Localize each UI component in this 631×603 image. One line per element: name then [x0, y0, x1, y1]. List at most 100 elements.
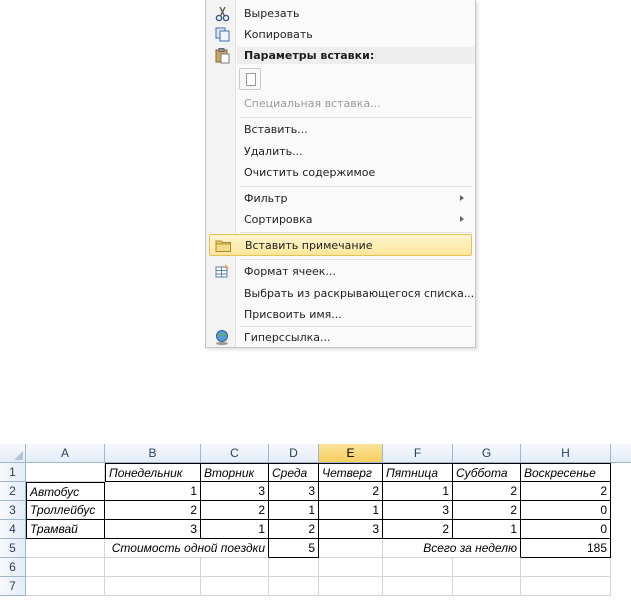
- cell-c6[interactable]: [201, 558, 269, 577]
- week-total-label-cell[interactable]: Всего за неделю: [383, 539, 521, 558]
- cell-c7[interactable]: [201, 577, 269, 596]
- menu-item-format-cells[interactable]: Формат ячеек...: [209, 261, 472, 282]
- menu-item-label: Удалить...: [244, 145, 303, 158]
- menu-item-delete[interactable]: Удалить...: [209, 141, 472, 162]
- menu-item-cut[interactable]: Вырезать: [209, 3, 472, 24]
- menu-item-pick-from-list[interactable]: Выбрать из раскрывающегося списка...: [209, 283, 475, 304]
- column-header-b[interactable]: B: [105, 444, 201, 463]
- cell-f4[interactable]: 2: [383, 520, 453, 539]
- menu-item-label: Сортировка: [244, 213, 313, 226]
- cell-e4[interactable]: 3: [319, 520, 383, 539]
- cell-d3[interactable]: 1: [269, 501, 319, 520]
- menu-separator: [240, 117, 472, 118]
- cell-b7[interactable]: [105, 577, 201, 596]
- cell-d7[interactable]: [269, 577, 319, 596]
- clipboard-icon: [215, 48, 230, 64]
- cell-f7[interactable]: [383, 577, 453, 596]
- cell-c3[interactable]: 2: [201, 501, 269, 520]
- cell-c4[interactable]: 1: [201, 520, 269, 539]
- row-header[interactable]: 4: [0, 520, 26, 539]
- column-header-g[interactable]: G: [453, 444, 521, 463]
- menu-item-label: Копировать: [244, 28, 313, 41]
- cell-b1[interactable]: Понедельник: [105, 463, 201, 482]
- paste-values-button[interactable]: [239, 68, 261, 90]
- menu-item-insert[interactable]: Вставить...: [209, 119, 472, 140]
- cell-g1[interactable]: Суббота: [453, 463, 521, 482]
- menu-item-label: Вырезать: [244, 7, 300, 20]
- menu-item-label: Вставить примечание: [245, 239, 373, 252]
- cell-g4[interactable]: 1: [453, 520, 521, 539]
- cell-g6[interactable]: [453, 558, 521, 577]
- cell-e5[interactable]: [319, 539, 383, 558]
- row-header[interactable]: 6: [0, 558, 26, 577]
- column-header-f[interactable]: F: [383, 444, 453, 463]
- column-header-e[interactable]: E: [319, 444, 383, 463]
- cell-b4[interactable]: 3: [105, 520, 201, 539]
- cell-b3[interactable]: 2: [105, 501, 201, 520]
- spreadsheet-grid: A B C D E F G H 1 Понедельник Вторник Ср…: [0, 444, 631, 603]
- cell-h6[interactable]: [521, 558, 611, 577]
- cell-g2[interactable]: 2: [453, 482, 521, 501]
- row-header[interactable]: 1: [0, 463, 26, 482]
- menu-item-label: Выбрать из раскрывающегося списка...: [244, 287, 475, 300]
- cell-d6[interactable]: [269, 558, 319, 577]
- cell-a7[interactable]: [26, 577, 105, 596]
- cell-a5[interactable]: [26, 539, 105, 558]
- column-header-h[interactable]: H: [521, 444, 611, 463]
- scissors-icon: [215, 6, 230, 22]
- hyperlink-globe-icon: [216, 330, 228, 346]
- row-header[interactable]: 3: [0, 501, 26, 520]
- cell-g7[interactable]: [453, 577, 521, 596]
- menu-item-clear-contents[interactable]: Очистить содержимое: [209, 162, 472, 183]
- menu-item-paste-special: Специальная вставка...: [209, 93, 472, 114]
- cell-h4[interactable]: 0: [521, 520, 611, 539]
- row-header[interactable]: 7: [0, 577, 26, 596]
- cell-b2[interactable]: 1: [105, 482, 201, 501]
- cell-c1[interactable]: Вторник: [201, 463, 269, 482]
- menu-item-hyperlink[interactable]: Гиперссылка...: [209, 327, 472, 348]
- cell-d4[interactable]: 2: [269, 520, 319, 539]
- column-header-d[interactable]: D: [269, 444, 319, 463]
- cell-e2[interactable]: 2: [319, 482, 383, 501]
- row-header[interactable]: 2: [0, 482, 26, 501]
- cell-e6[interactable]: [319, 558, 383, 577]
- menu-item-define-name[interactable]: Присвоить имя...: [209, 304, 472, 325]
- select-all-corner[interactable]: [0, 444, 26, 463]
- cost-label-cell[interactable]: Стоимость одной поездки: [105, 539, 269, 558]
- cell-a1[interactable]: [26, 463, 105, 482]
- cell-f2[interactable]: 1: [383, 482, 453, 501]
- cell-b6[interactable]: [105, 558, 201, 577]
- menu-item-filter[interactable]: Фильтр: [209, 188, 472, 209]
- cell-a3[interactable]: Троллейбус: [26, 501, 105, 520]
- folder-comment-icon: [215, 240, 231, 252]
- cell-e1[interactable]: Четверг: [319, 463, 383, 482]
- cell-d1[interactable]: Среда: [269, 463, 319, 482]
- menu-item-insert-comment[interactable]: Вставить примечание: [209, 234, 472, 256]
- cell-e7[interactable]: [319, 577, 383, 596]
- cell-f6[interactable]: [383, 558, 453, 577]
- cost-value-cell[interactable]: 5: [269, 539, 319, 558]
- cell-f1[interactable]: Пятница: [383, 463, 453, 482]
- week-total-value-cell[interactable]: 185: [521, 539, 611, 558]
- cell-e3[interactable]: 1: [319, 501, 383, 520]
- cell-h2[interactable]: 2: [521, 482, 611, 501]
- menu-item-label: Очистить содержимое: [244, 166, 376, 179]
- table-row: 4 Трамвай 3 1 2 3 2 1 0: [0, 520, 631, 539]
- copy-icon: [215, 27, 230, 42]
- menu-item-label: Присвоить имя...: [244, 308, 342, 321]
- menu-item-copy[interactable]: Копировать: [209, 24, 472, 45]
- cell-h7[interactable]: [521, 577, 611, 596]
- column-header-c[interactable]: C: [201, 444, 269, 463]
- cell-c2[interactable]: 3: [201, 482, 269, 501]
- row-header[interactable]: 5: [0, 539, 26, 558]
- cell-a4[interactable]: Трамвай: [26, 520, 105, 539]
- cell-h3[interactable]: 0: [521, 501, 611, 520]
- cell-d2[interactable]: 3: [269, 482, 319, 501]
- menu-item-sort[interactable]: Сортировка: [209, 209, 472, 230]
- cell-a6[interactable]: [26, 558, 105, 577]
- cell-a2[interactable]: Автобус: [26, 482, 105, 501]
- cell-g3[interactable]: 2: [453, 501, 521, 520]
- cell-f3[interactable]: 3: [383, 501, 453, 520]
- column-header-a[interactable]: A: [26, 444, 105, 463]
- cell-h1[interactable]: Воскресенье: [521, 463, 611, 482]
